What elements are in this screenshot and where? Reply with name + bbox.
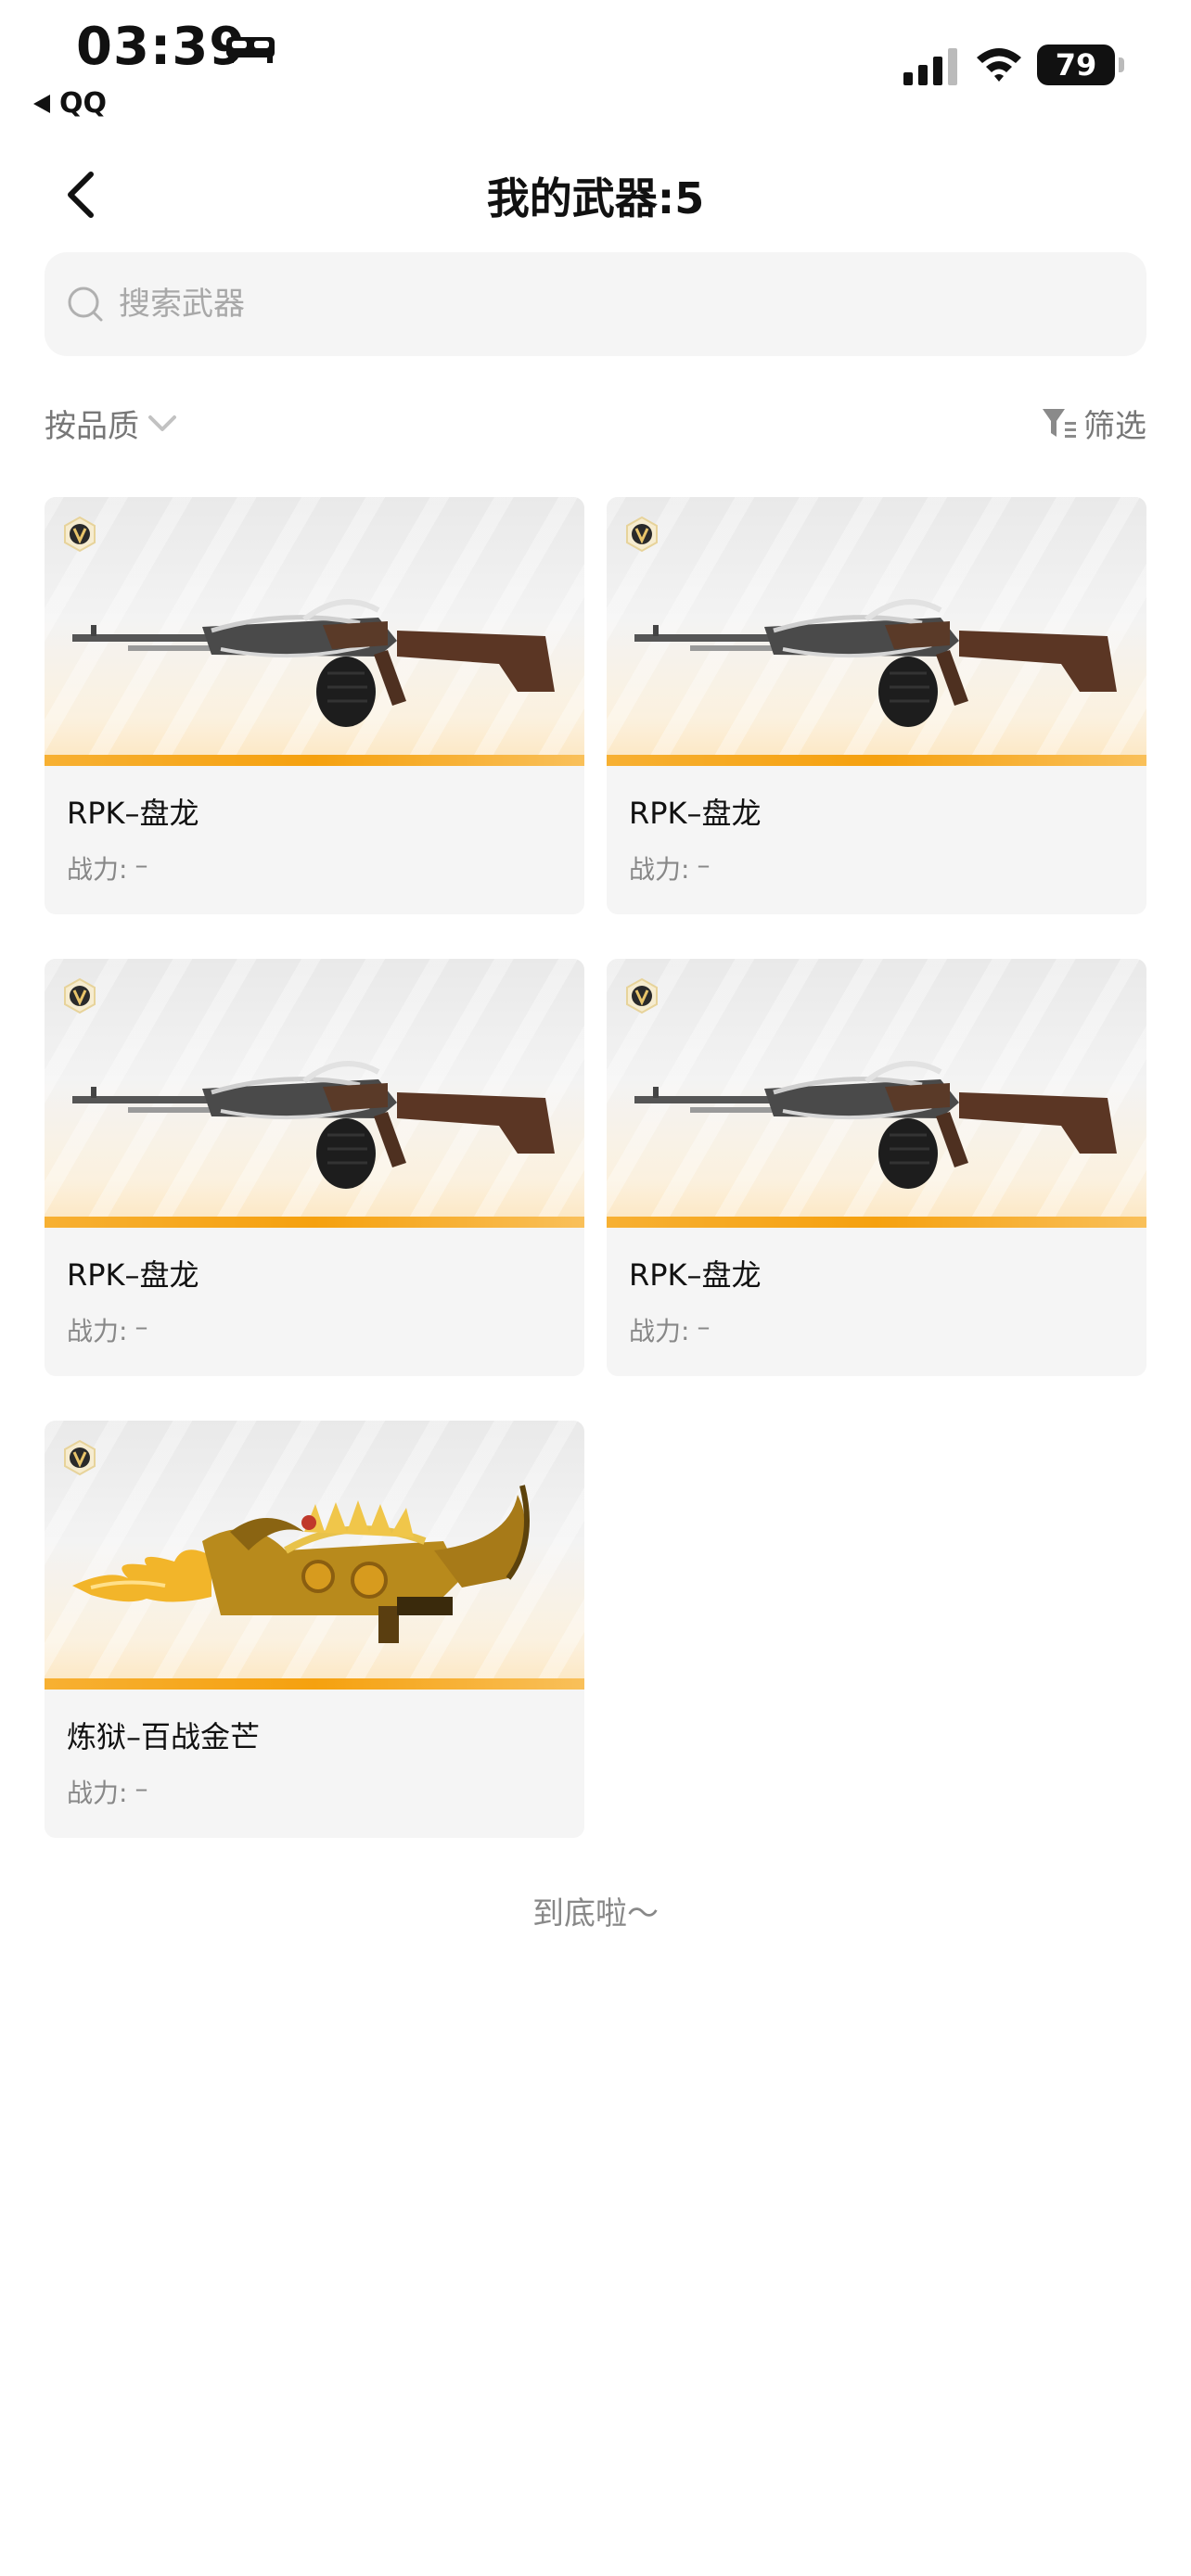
return-app-label: QQ [59,87,108,120]
power-value: – [134,849,148,880]
sort-label: 按品质 [45,408,139,445]
status-bar: 03:39 QQ 79 [0,0,1191,139]
end-of-list-text: 到底啦～ [532,1895,659,1932]
weapon-card[interactable]: RPK–盘龙 战力: – [45,497,584,914]
rarity-bar [607,1217,1146,1228]
sleep-focus-icon [226,37,275,63]
weapon-name: RPK–盘龙 [629,796,762,831]
power-label: 战力: [629,854,690,885]
filter-button[interactable]: 筛选 [1041,401,1146,446]
status-time: 03:39 [76,17,247,77]
rpk-dragon-rifle-icon [634,1061,1117,1189]
weapon-grid: RPK–盘龙 战力: – RPK–盘龙 战力: – RPK–盘龙 战力: – R… [45,497,1146,1838]
vip-badge-icon [626,977,658,1014]
vip-badge-icon [64,977,96,1014]
power-label: 战力: [629,1316,690,1346]
navigation-bar: 我的武器:5 [0,148,1191,241]
cellular-signal-icon [903,48,957,85]
power-value: – [697,849,711,880]
weapon-name: 炼狱–百战金芒 [67,1719,261,1754]
power-label: 战力: [67,854,128,885]
page-title: 我的武器:5 [486,173,705,223]
sort-dropdown[interactable]: 按品质 [45,401,178,446]
chevron-down-icon [148,414,176,431]
rpk-dragon-rifle-icon [72,599,555,727]
weapon-name: RPK–盘龙 [629,1257,762,1293]
power-label: 战力: [67,1316,128,1346]
power-value: – [697,1311,711,1342]
rpk-dragon-rifle-icon [72,1061,555,1189]
rpk-dragon-rifle-icon [634,599,1117,727]
rarity-bar [45,1217,584,1228]
battery-indicator: 79 [1037,45,1115,85]
weapon-card[interactable]: RPK–盘龙 战力: – [45,959,584,1376]
back-triangle-icon [33,94,50,113]
weapon-power: 战力: – [67,849,147,886]
search-icon [68,287,103,322]
rarity-bar [45,1678,584,1690]
filter-icon [1043,408,1076,438]
weapon-card[interactable]: RPK–盘龙 战力: – [607,497,1146,914]
rarity-bar [607,755,1146,766]
return-to-app-button[interactable]: QQ [33,87,107,120]
power-value: – [134,1773,148,1804]
weapon-power: 战力: – [67,1773,147,1810]
weapon-card[interactable]: 炼狱–百战金芒 战力: – [45,1421,584,1838]
battery-level: 79 [1055,47,1097,83]
wifi-icon [977,48,1021,82]
search-bar[interactable] [45,252,1146,356]
vip-badge-icon [64,1439,96,1476]
weapon-name: RPK–盘龙 [67,1257,199,1293]
vip-badge-icon [64,516,96,553]
power-value: – [134,1311,148,1342]
vip-badge-icon [626,516,658,553]
filter-label: 筛选 [1083,408,1146,445]
weapon-name: RPK–盘龙 [67,796,199,831]
battery-tip [1119,57,1124,72]
weapon-card[interactable]: RPK–盘龙 战力: – [607,959,1146,1376]
search-input[interactable] [117,285,1048,324]
golden-dragon-gun-icon [72,1485,530,1643]
power-label: 战力: [67,1778,128,1808]
rarity-bar [45,755,584,766]
weapon-power: 战力: – [67,1311,147,1348]
weapon-power: 战力: – [629,1311,710,1348]
weapon-power: 战力: – [629,849,710,886]
